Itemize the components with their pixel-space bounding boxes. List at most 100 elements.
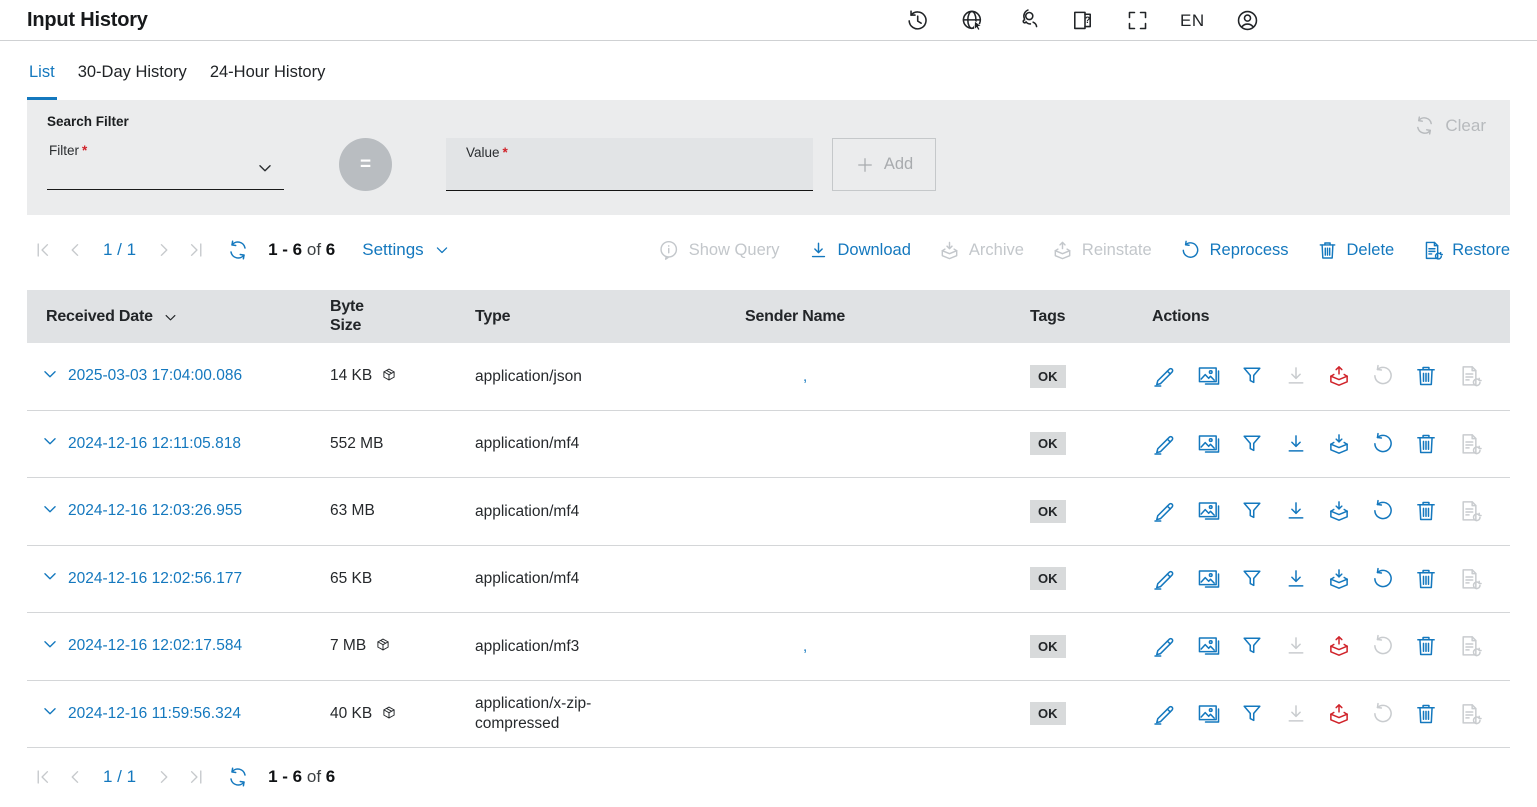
image-icon[interactable] [1196, 566, 1222, 592]
byte-size-value: 40 KB [330, 705, 372, 723]
delete-icon[interactable] [1413, 701, 1439, 727]
image-icon[interactable] [1196, 701, 1222, 727]
archive-icon[interactable] [1326, 498, 1352, 524]
delete-icon[interactable] [1413, 633, 1439, 659]
type-value: application/mf3 [475, 637, 653, 656]
filter-icon[interactable] [1239, 633, 1265, 659]
refresh-icon[interactable] [226, 238, 250, 262]
unarchive-icon[interactable] [1326, 633, 1352, 659]
delete-icon[interactable] [1413, 566, 1439, 592]
received-date-link[interactable]: 2025-03-03 17:04:00.086 [68, 367, 242, 384]
reprocess-icon[interactable] [1370, 498, 1396, 524]
help-icon[interactable]: ? [1070, 8, 1095, 33]
next-page-icon[interactable] [153, 766, 175, 788]
tab-30-day-history[interactable]: 30-Day History [76, 61, 189, 100]
download-icon[interactable] [1283, 363, 1309, 389]
image-icon[interactable] [1196, 363, 1222, 389]
download-icon[interactable] [1283, 431, 1309, 457]
archive-button[interactable]: Archive [938, 239, 1024, 262]
received-date-link[interactable]: 2024-12-16 12:02:17.584 [68, 637, 242, 654]
first-page-icon[interactable] [32, 766, 54, 788]
unarchive-icon[interactable] [1326, 363, 1352, 389]
received-date-link[interactable]: 2024-12-16 12:11:05.818 [68, 435, 241, 452]
reprocess-icon[interactable] [1370, 633, 1396, 659]
tab-list[interactable]: List [27, 61, 57, 100]
download-button[interactable]: Download [807, 239, 911, 262]
received-date-link[interactable]: 2024-12-16 12:03:26.955 [68, 502, 242, 519]
column-header-actions: Actions [1140, 308, 1510, 326]
image-icon[interactable] [1196, 633, 1222, 659]
reinstate-button[interactable]: Reinstate [1051, 239, 1152, 262]
restore-icon[interactable] [1457, 701, 1483, 727]
table-body: 2025-03-03 17:04:00.08614 KBapplication/… [27, 343, 1510, 748]
image-icon[interactable] [1196, 498, 1222, 524]
edit-icon[interactable] [1152, 498, 1178, 524]
value-input[interactable] [446, 160, 813, 188]
edit-icon[interactable] [1152, 701, 1178, 727]
restore-icon[interactable] [1457, 633, 1483, 659]
column-header-received-date[interactable]: Received Date [27, 306, 330, 327]
row-expand-chevron-icon[interactable] [39, 498, 61, 520]
row-expand-chevron-icon[interactable] [39, 363, 61, 385]
row-expand-chevron-icon[interactable] [39, 430, 61, 452]
archive-icon[interactable] [1326, 566, 1352, 592]
restore-icon[interactable] [1457, 566, 1483, 592]
download-icon[interactable] [1283, 701, 1309, 727]
table-row: 2024-12-16 12:02:17.5847 MBapplication/m… [27, 613, 1510, 681]
next-page-icon[interactable] [153, 239, 175, 261]
fullscreen-icon[interactable] [1125, 8, 1150, 33]
reprocess-icon[interactable] [1370, 701, 1396, 727]
row-expand-chevron-icon[interactable] [39, 700, 61, 722]
last-page-icon[interactable] [185, 766, 207, 788]
globe-icon[interactable] [960, 8, 985, 33]
show-query-button[interactable]: Show Query [658, 239, 780, 262]
add-button[interactable]: Add [832, 138, 936, 191]
image-icon[interactable] [1196, 431, 1222, 457]
delete-icon[interactable] [1413, 498, 1439, 524]
prev-page-icon[interactable] [64, 766, 86, 788]
restore-icon[interactable] [1457, 431, 1483, 457]
received-date-link[interactable]: 2024-12-16 12:02:56.177 [68, 570, 242, 587]
history-icon[interactable] [905, 8, 930, 33]
reprocess-icon[interactable] [1370, 566, 1396, 592]
filter-icon[interactable] [1239, 431, 1265, 457]
edit-icon[interactable] [1152, 633, 1178, 659]
delete-icon[interactable] [1413, 431, 1439, 457]
account-icon[interactable] [1235, 8, 1260, 33]
delete-button[interactable]: Delete [1316, 239, 1395, 262]
edit-icon[interactable] [1152, 431, 1178, 457]
edit-icon[interactable] [1152, 363, 1178, 389]
support-icon[interactable] [1015, 8, 1040, 33]
unarchive-icon[interactable] [1326, 701, 1352, 727]
download-icon[interactable] [1283, 633, 1309, 659]
last-page-icon[interactable] [185, 239, 207, 261]
reprocess-icon[interactable] [1370, 363, 1396, 389]
prev-page-icon[interactable] [64, 239, 86, 261]
filter-icon[interactable] [1239, 701, 1265, 727]
clear-button[interactable]: Clear [1413, 114, 1486, 137]
language-button[interactable]: EN [1180, 11, 1205, 31]
operator-button[interactable]: = [339, 138, 392, 191]
first-page-icon[interactable] [32, 239, 54, 261]
restore-icon[interactable] [1457, 498, 1483, 524]
row-expand-chevron-icon[interactable] [39, 633, 61, 655]
filter-icon[interactable] [1239, 363, 1265, 389]
delete-icon[interactable] [1413, 363, 1439, 389]
filter-icon[interactable] [1239, 498, 1265, 524]
reprocess-button[interactable]: Reprocess [1179, 239, 1289, 262]
download-icon[interactable] [1283, 498, 1309, 524]
edit-icon[interactable] [1152, 566, 1178, 592]
row-expand-chevron-icon[interactable] [39, 565, 61, 587]
refresh-icon[interactable] [226, 765, 250, 789]
add-button-label: Add [884, 155, 913, 174]
received-date-link[interactable]: 2024-12-16 11:59:56.324 [68, 705, 241, 722]
tab-24-hour-history[interactable]: 24-Hour History [208, 61, 328, 100]
restore-button[interactable]: Restore [1421, 239, 1510, 262]
filter-dropdown[interactable]: Filter* [47, 138, 284, 190]
download-icon[interactable] [1283, 566, 1309, 592]
archive-icon[interactable] [1326, 431, 1352, 457]
restore-icon[interactable] [1457, 363, 1483, 389]
filter-icon[interactable] [1239, 566, 1265, 592]
settings-button[interactable]: Settings [362, 240, 451, 260]
reprocess-icon[interactable] [1370, 431, 1396, 457]
